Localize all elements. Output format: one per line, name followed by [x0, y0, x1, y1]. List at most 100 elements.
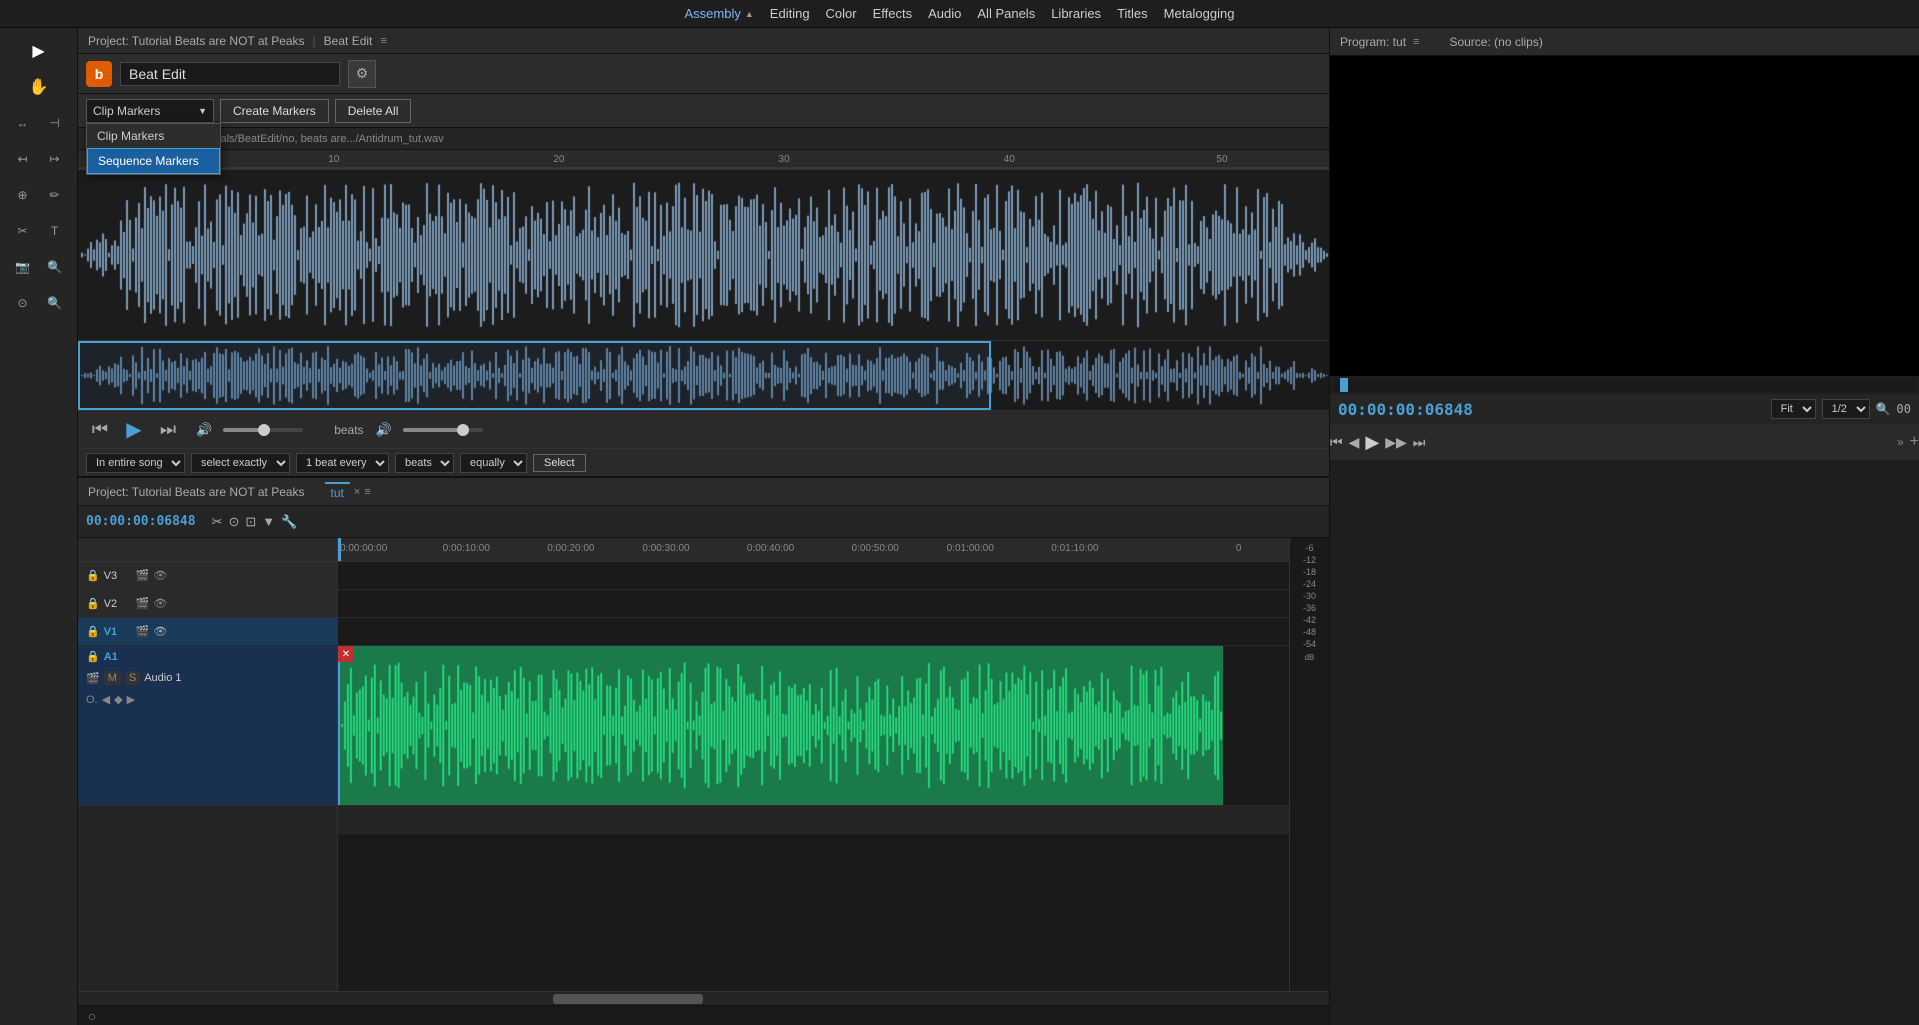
program-play-button[interactable]: ▶ — [1365, 432, 1379, 453]
razor-tool-icon[interactable]: ✂ — [212, 514, 223, 530]
mini-waveform-overview[interactable] — [78, 340, 1329, 410]
slip-tool[interactable]: ↦ — [40, 144, 70, 174]
link-tool-icon[interactable]: ⊙ — [228, 514, 239, 530]
settings-gear-button[interactable]: ⚙ — [348, 60, 376, 88]
track-v1-eye-icon[interactable]: 👁 — [153, 625, 167, 638]
delete-all-button[interactable]: Delete All — [335, 99, 412, 123]
rewind-button[interactable]: ⏮ — [86, 416, 114, 444]
menu-titles[interactable]: Titles — [1109, 2, 1156, 25]
menu-audio[interactable]: Audio — [920, 2, 969, 25]
timeline-scrollbar-thumb[interactable] — [553, 994, 703, 1004]
volume-slider[interactable] — [223, 428, 303, 432]
beat-edit-panel-menu[interactable]: ≡ — [380, 35, 386, 47]
select-exactly-select[interactable]: select exactly — [191, 453, 290, 473]
track-a1-s-button[interactable]: S — [125, 671, 140, 685]
equally-select[interactable]: equally — [460, 453, 527, 473]
create-markers-button[interactable]: Create Markers — [220, 99, 329, 123]
add-button[interactable]: + — [1910, 433, 1919, 451]
beats-volume-thumb[interactable] — [457, 424, 469, 436]
timeline-tool-icons: ✂ ⊙ ⊡ ▼ 🔧 — [212, 514, 298, 530]
track-v2-lock[interactable]: 🔒 — [86, 597, 100, 610]
search-tool[interactable]: 🔍 — [40, 252, 70, 282]
sequence-markers-option[interactable]: Sequence Markers — [87, 148, 220, 174]
next-frame-button[interactable]: ▶▶ — [1385, 434, 1407, 451]
menu-effects[interactable]: Effects — [865, 2, 921, 25]
track-v2-clip-icon[interactable]: 🎬 — [136, 597, 150, 610]
timeline-tab-menu[interactable]: ≡ — [364, 486, 370, 498]
slide-tool[interactable]: ↤ — [8, 144, 38, 174]
timeline-ruler[interactable]: 0:00:00:00 0:00:10:00 0:00:20:00 0:00:30… — [338, 538, 1289, 562]
timeline-header: Project: Tutorial Beats are NOT at Peaks… — [78, 478, 1329, 506]
track-a1-arrow-right[interactable]: ▶ — [127, 693, 135, 706]
vu-meter: -6 -12 -18 -24 -30 -36 -42 -48 -54 dB — [1289, 538, 1329, 991]
in-song-select[interactable]: In entire song — [86, 453, 185, 473]
menu-libraries[interactable]: Libraries — [1043, 2, 1109, 25]
step-forward-button[interactable]: ⏭ — [1413, 434, 1426, 451]
track-v3-lock[interactable]: 🔒 — [86, 569, 100, 582]
marker-tool-icon[interactable]: ▼ — [262, 514, 275, 530]
program-video-area — [1330, 56, 1919, 376]
mini-waveform-canvas[interactable] — [78, 341, 1329, 410]
pen-tool[interactable]: ✏ — [40, 180, 70, 210]
more-controls-button[interactable]: » — [1897, 435, 1904, 449]
program-monitor-menu[interactable]: ≡ — [1413, 36, 1419, 48]
clip-markers-option[interactable]: Clip Markers — [87, 124, 220, 148]
audio-waveform-clip[interactable] — [338, 646, 1223, 805]
select-button[interactable]: Select — [533, 454, 586, 472]
timeline-tab-label[interactable]: tut — [325, 482, 350, 502]
beat-edit-title-input[interactable] — [120, 62, 340, 86]
menu-color[interactable]: Color — [818, 2, 865, 25]
beats-volume-slider[interactable] — [403, 428, 483, 432]
track-a1-m-button[interactable]: M — [104, 671, 121, 685]
track-a1-lock[interactable]: 🔒 — [86, 650, 100, 663]
extra-tool-2[interactable]: 🔍 — [40, 288, 70, 318]
tl-ruler-70: 0:01:10:00 — [1051, 543, 1098, 554]
extra-tool-1[interactable]: ⊙ — [8, 288, 38, 318]
camera-tool[interactable]: 📷 — [8, 252, 38, 282]
timeline-close-tab[interactable]: × — [354, 486, 360, 498]
menu-editing[interactable]: Editing — [762, 2, 818, 25]
program-monitor-title: Program: tut ≡ — [1340, 35, 1419, 49]
main-waveform[interactable]: 0 10 20 30 40 50 — [78, 150, 1329, 340]
timeline-scrollbar[interactable] — [78, 991, 1329, 1005]
marker-type-dropdown[interactable]: Clip Markers ▼ — [86, 99, 214, 123]
text-tool[interactable]: T — [40, 216, 70, 246]
menu-metalogging[interactable]: Metalogging — [1156, 2, 1243, 25]
menu-assembly[interactable]: Assembly ▲ — [677, 2, 762, 25]
track-a1-output-label: O. — [86, 694, 98, 706]
play-button[interactable]: ▶ — [120, 416, 148, 444]
waveform-canvas[interactable] — [78, 170, 1329, 340]
selection-tool[interactable]: ▶ — [24, 36, 54, 66]
fast-forward-button[interactable]: ⏭ — [154, 416, 182, 444]
track-v1-clip-icon[interactable]: 🎬 — [136, 625, 150, 638]
razor-tool[interactable]: ✂ — [8, 216, 38, 246]
track-v2-eye-icon[interactable]: 👁 — [153, 597, 167, 610]
tl-ruler-0: 0:00:00:00 — [340, 543, 387, 554]
track-v3-eye-icon[interactable]: 👁 — [153, 569, 167, 582]
fit-dropdown[interactable]: Fit — [1771, 399, 1816, 419]
program-scrubber[interactable] — [1334, 378, 1915, 392]
track-select-tool[interactable]: ↔ — [8, 108, 38, 138]
track-a1-arrow-mid[interactable]: ◆ — [114, 693, 122, 706]
marker-type-dropdown-container: Clip Markers ▼ Clip Markers Sequence Mar… — [86, 99, 214, 123]
step-back-button[interactable]: ⏮ — [1330, 434, 1343, 451]
track-a1-content: ✕ — [338, 646, 1289, 806]
ratio-dropdown[interactable]: 1/2 — [1822, 399, 1870, 419]
beats-volume-fill — [403, 428, 459, 432]
prev-frame-button[interactable]: ◀ — [1349, 434, 1360, 451]
track-a1-clip-icon[interactable]: 🎬 — [86, 672, 100, 685]
wrench-tool-icon[interactable]: 🔧 — [281, 514, 297, 530]
beat-every-select[interactable]: 1 beat every — [296, 453, 389, 473]
track-a1-arrow-left[interactable]: ◀ — [102, 693, 110, 706]
magnet-tool-icon[interactable]: ⊡ — [245, 514, 256, 530]
beats-select[interactable]: beats — [395, 453, 454, 473]
track-v1-lock[interactable]: 🔒 — [86, 625, 100, 638]
timeline-tools-row: 00:00:00:06848 ✂ ⊙ ⊡ ▼ 🔧 — [78, 506, 1329, 538]
volume-thumb[interactable] — [258, 424, 270, 436]
zoom-tool[interactable]: ⊕ — [8, 180, 38, 210]
track-v3-clip-icon[interactable]: 🎬 — [136, 569, 150, 582]
menu-all-panels[interactable]: All Panels — [969, 2, 1043, 25]
ripple-edit-tool[interactable]: ⊣ — [40, 108, 70, 138]
timeline-timecode: 00:00:00:06848 — [86, 514, 196, 529]
hand-tool[interactable]: ✋ — [24, 72, 54, 102]
